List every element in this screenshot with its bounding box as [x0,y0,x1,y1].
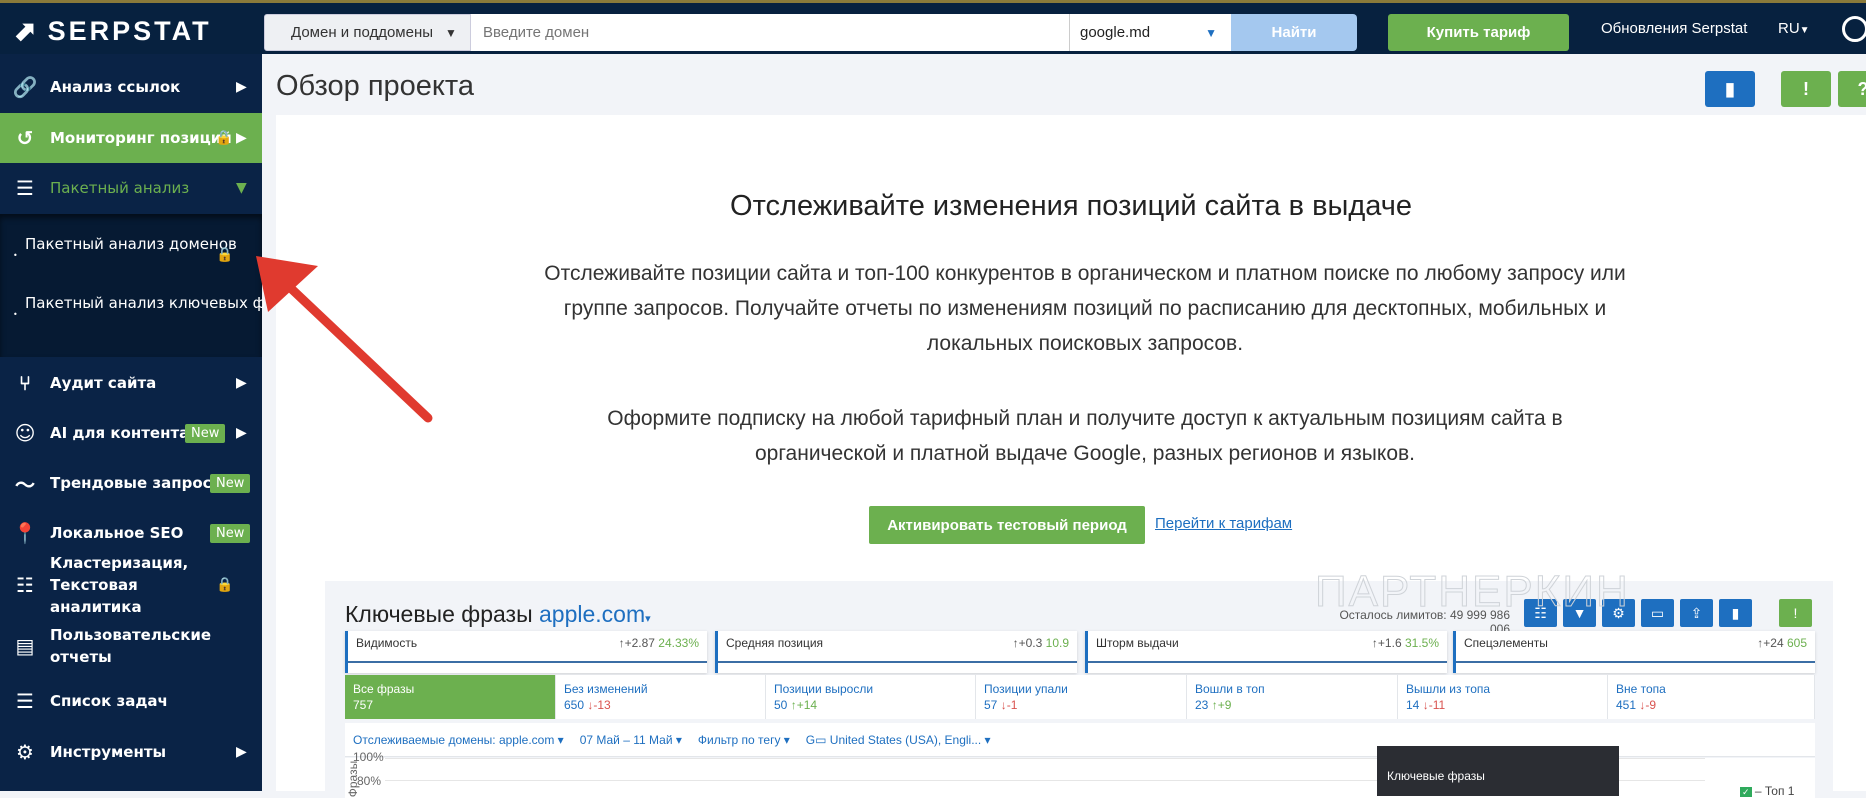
book-icon: ▮ [1719,599,1752,627]
preview-screenshot: Ключевые фразы apple.com▾ Осталось лимит… [325,581,1833,791]
tab-all-keywords: Все фразы757 [345,675,556,719]
tab-left-top: Вышли из топа14 ↓-11 [1398,675,1608,719]
language-select[interactable]: RU▼ [1778,20,1810,37]
alert-icon: ! [1803,79,1809,100]
promo-text-1: Отслеживайте позиции сайта и топ-100 кон… [530,256,1640,361]
chevron-down-icon: ▼ [236,180,247,196]
sidebar-item-trends[interactable]: 〜Трендовые запросыNew [0,458,262,508]
sidebar-item-clustering[interactable]: ☷Кластеризация, Текстовая аналитика🔒 [0,560,262,610]
find-button[interactable]: Найти [1231,14,1357,51]
metric-card: Шторм выдачи↑+1.6 31.5% [1085,631,1447,673]
activate-trial-button[interactable]: Активировать тестовый период [869,506,1145,544]
search-scope-dropdown[interactable]: Домен и поддомены▼ [264,14,471,51]
map-pin-icon: 📍 [0,521,50,545]
alert-icon: ! [1779,599,1812,627]
metric-card: Средняя позиция↑+0.3 10.9 [715,631,1077,673]
page-title: Обзор проекта [276,70,474,103]
preview-title: Ключевые фразы [345,601,533,627]
logo-icon: ⬈ [14,16,40,47]
tab-out-of-top: Вне топа451 ↓-9 [1608,675,1815,719]
red-arrow-annotation [240,240,440,430]
sidebar-item-tasks[interactable]: ☰Список задач [0,676,262,726]
new-badge: New [210,474,250,493]
chevron-down-icon: ▼ [1205,26,1217,40]
robot-icon: ☺ [0,421,50,445]
domain-input[interactable] [471,14,1069,51]
sidebar-item-ai-content[interactable]: ☺AI для контентаNew▶ [0,408,262,458]
list-icon: ☰ [0,689,50,713]
help-button[interactable]: ? [1838,71,1866,107]
help-icon: ? [1858,79,1866,100]
buy-plan-button[interactable]: Купить тариф [1388,14,1569,51]
chevron-down-icon: ▼ [1800,25,1810,36]
watermark: ПАРТНЕРКИН [1315,567,1630,617]
tab-grew: Позиции выросли50 ↑+14 [766,675,976,719]
promo-heading: Отслеживайте изменения позиций сайта в в… [276,190,1866,223]
report-icon: ▤ [0,634,50,658]
serpstat-logo[interactable]: ⬈SERPSTAT [14,17,212,45]
chevron-right-icon: ▶ [236,79,247,95]
metric-card: Спецэлементы↑+24 605 [1453,631,1815,673]
sidebar-item-custom-reports[interactable]: ▤Пользовательские отчеты [0,621,262,671]
user-avatar-icon[interactable] [1842,16,1866,42]
chevron-right-icon: ▶ [236,744,247,760]
preview-domain: apple.com [539,601,645,627]
sidebar-item-tools[interactable]: ⚙Инструменты▶ [0,727,262,777]
gear-icon: ⚙ [0,740,50,764]
history-icon: ↺ [0,126,50,150]
chevron-down-icon: ▼ [445,26,457,40]
submenu-item-batch-domains[interactable]: Пакетный анализ доменов [25,232,237,256]
comment-icon: ▭ [1641,599,1674,627]
lock-icon: 🔒 [216,577,233,593]
link-icon: 🔗 [0,75,50,99]
chevron-right-icon: ▶ [236,130,247,146]
updates-link[interactable]: Обновления Serpstat [1601,20,1747,37]
lock-icon: 🔒 [215,130,232,146]
sidebar-item-link-analysis[interactable]: 🔗Анализ ссылок▶ [0,62,262,112]
feedback-button[interactable]: ! [1781,71,1831,107]
trend-icon: 〜 [0,469,50,498]
sidebar-item-batch-analysis[interactable]: ☰Пакетный анализ▼ [0,163,262,213]
promo-text-2: Оформите подписку на любой тарифный план… [580,401,1590,471]
tab-entered-top: Вошли в топ23 ↑+9 [1187,675,1398,719]
search-engine-select[interactable]: google.md▼ [1069,14,1231,51]
tab-no-change: Без изменений650 ↓-13 [556,675,766,719]
tab-fell: Позиции упали57 ↓-1 [976,675,1187,719]
docs-button[interactable]: ▮ [1705,71,1755,107]
new-badge: New [210,524,250,543]
book-icon: ▮ [1725,79,1735,100]
new-badge: New [185,424,225,443]
sidebar-item-site-audit[interactable]: ⑂Аудит сайта▶ [0,358,262,408]
sidebar-item-rank-tracking[interactable]: ↺Мониторинг позиций🔒▶ [0,113,262,163]
sidebar-item-local-seo[interactable]: 📍Локальное SEONew [0,508,262,558]
legend-item: ✓ – Топ 1 [1740,784,1794,798]
export-icon: ⇪ [1680,599,1713,627]
sitemap-icon: ⑂ [0,371,50,395]
metric-card: Видимость↑+2.87 24.33% [345,631,707,673]
chart-tooltip: Ключевые фразы [1377,746,1619,796]
lock-icon: 🔒 [216,246,233,263]
go-to-tariffs-link[interactable]: Перейти к тарифам [1155,515,1292,532]
cluster-icon: ☷ [0,573,50,597]
database-icon: ☰ [0,176,50,200]
